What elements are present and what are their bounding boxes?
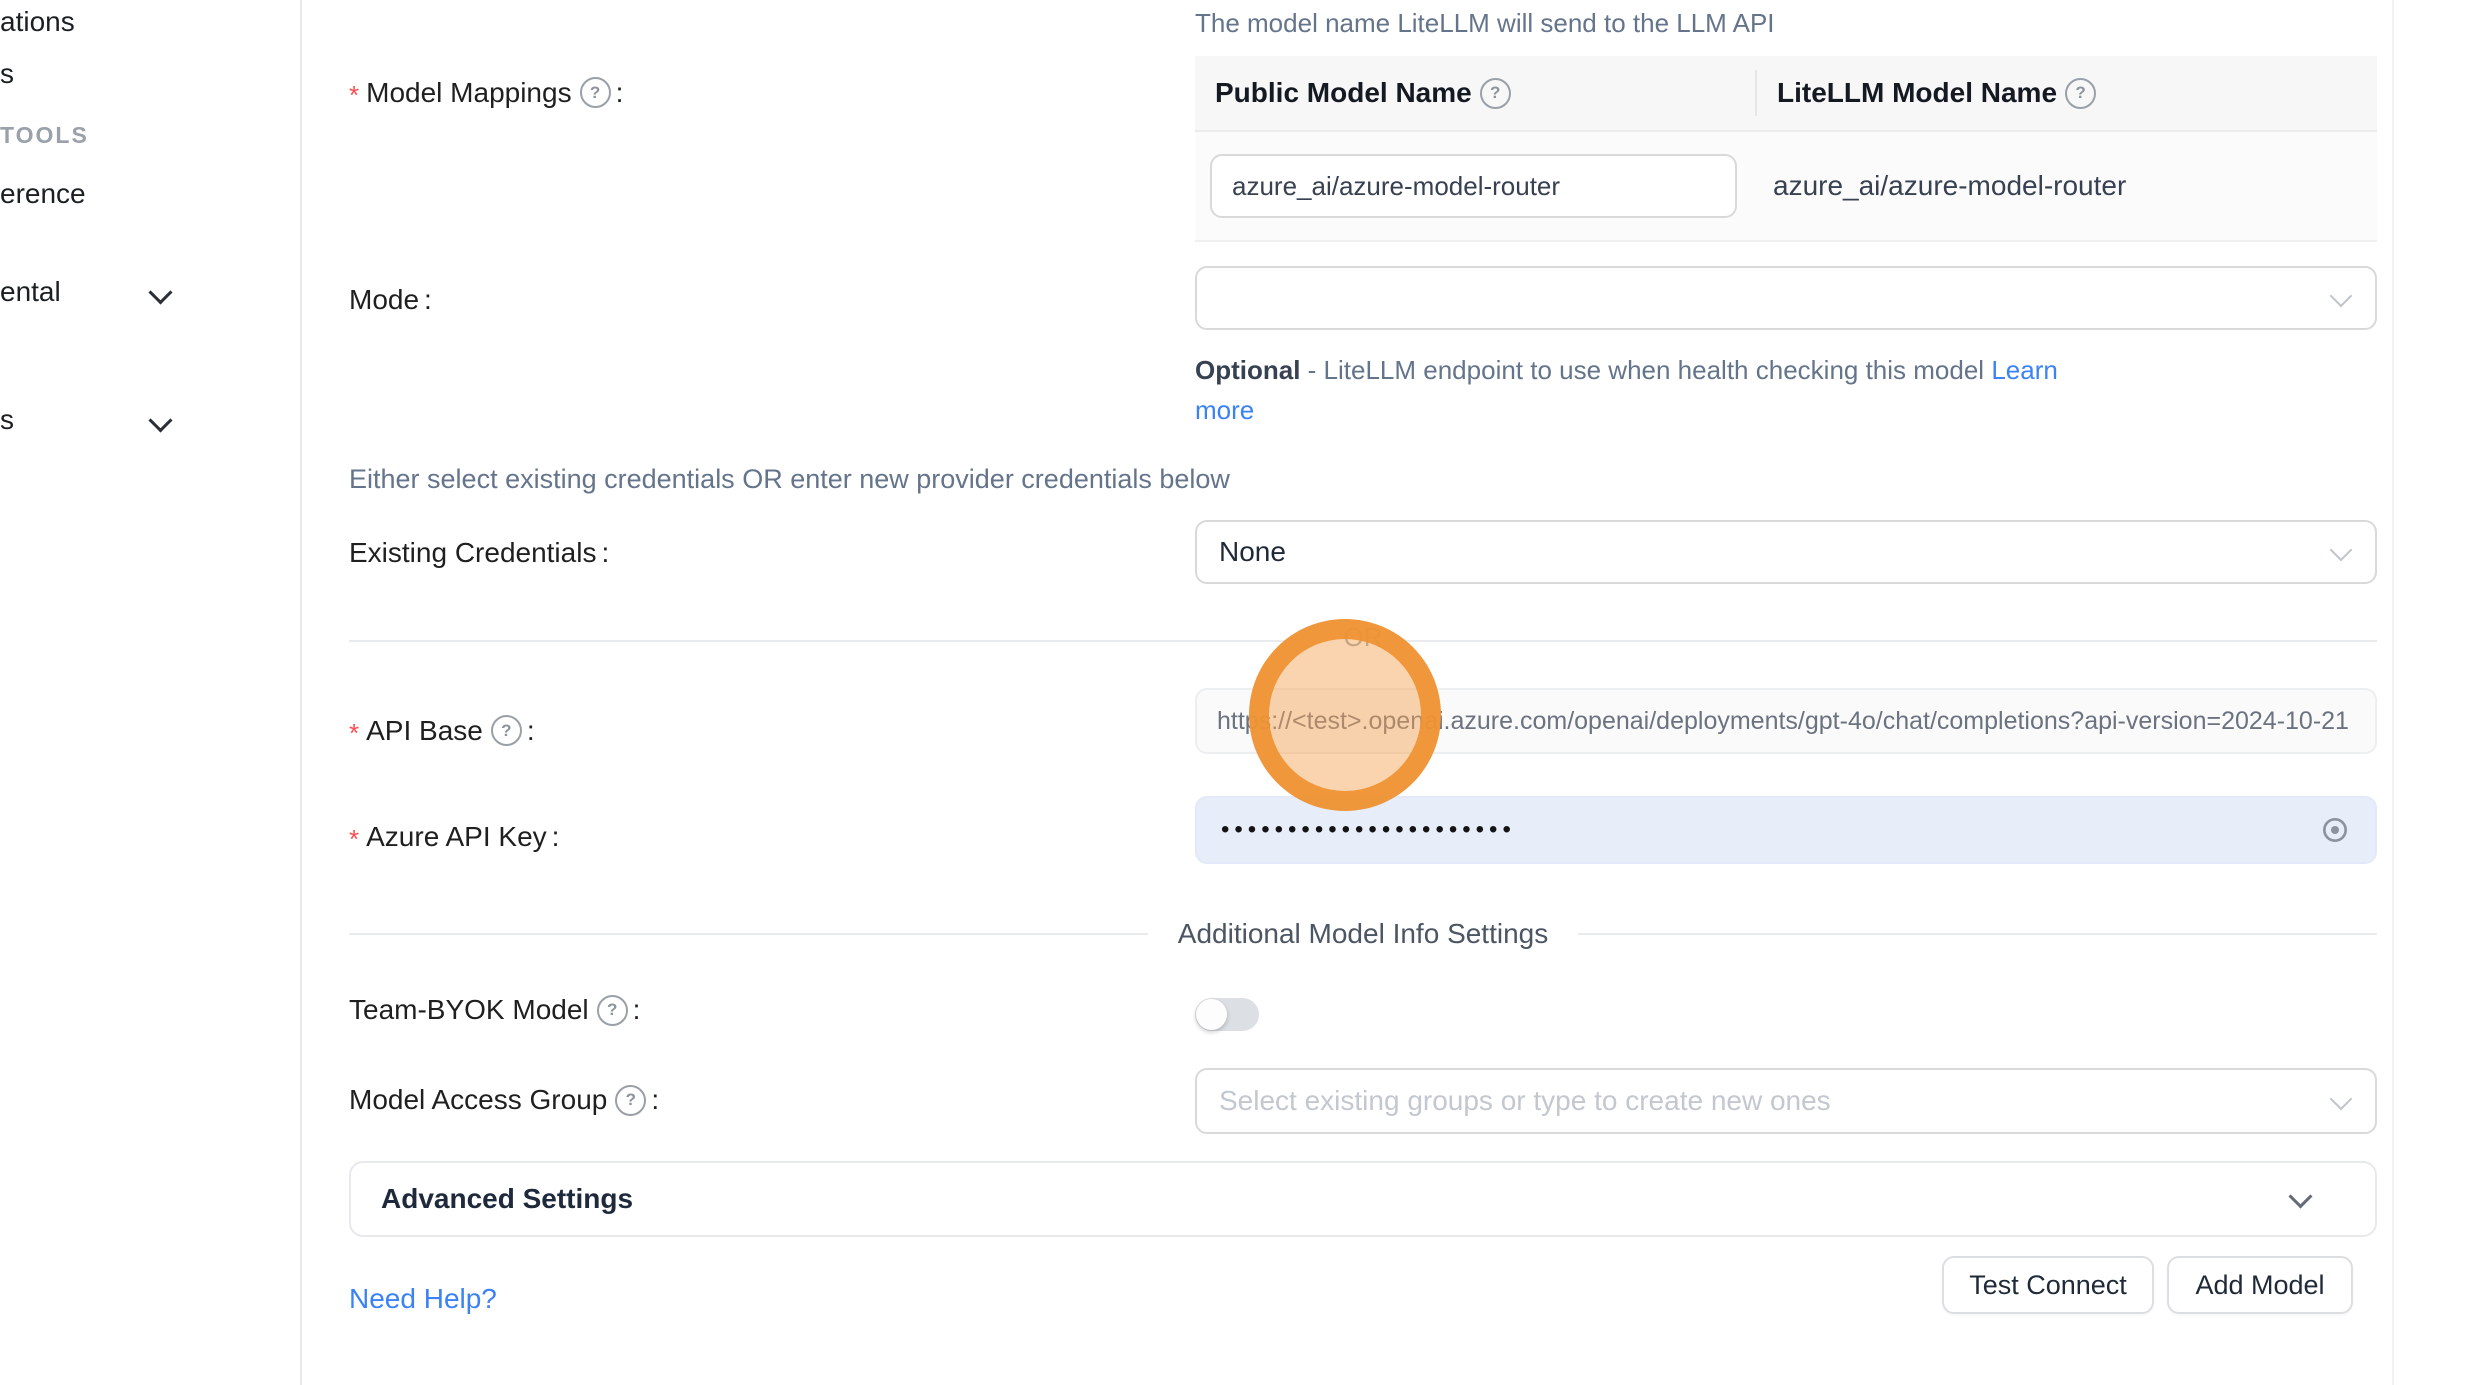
additional-info-divider: Additional Model Info Settings (349, 918, 2377, 950)
mode-label: Mode: (349, 284, 432, 316)
model-name-hint: The model name LiteLLM will send to the … (1195, 8, 1775, 39)
model-mappings-label: * Model Mappings ? : (349, 74, 623, 111)
litellm-model-name-value: azure_ai/azure-model-router (1737, 170, 2126, 202)
api-base-input[interactable]: https://<test>.openai.azure.com/openai/d… (1195, 688, 2377, 754)
test-connect-button[interactable]: Test Connect (1942, 1256, 2154, 1314)
or-label: OR (1326, 622, 1401, 653)
sidebar-item-label: ations (0, 6, 75, 37)
existing-credentials-label: Existing Credentials: (349, 537, 609, 569)
mode-select[interactable] (1195, 266, 2377, 330)
eye-icon[interactable] (2319, 814, 2351, 846)
mode-helper-text: Optional - LiteLLM endpoint to use when … (1195, 350, 2095, 430)
sidebar-item-truncated-1[interactable]: ations (0, 6, 75, 38)
chevron-down-icon (2292, 1188, 2309, 1210)
public-model-name-input[interactable] (1210, 154, 1737, 218)
chevron-down-icon[interactable] (148, 280, 172, 304)
model-access-group-select[interactable]: Select existing groups or type to create… (1195, 1068, 2377, 1134)
team-byok-toggle[interactable] (1195, 998, 1259, 1031)
masked-api-key: •••••••••••••••••••••• (1197, 816, 1516, 844)
model-access-group-label: Model Access Group ? : (349, 1084, 659, 1116)
add-model-button[interactable]: Add Model (2167, 1256, 2353, 1314)
chevron-down-icon (2333, 1091, 2349, 1112)
existing-credentials-value: None (1197, 536, 1286, 568)
sidebar-item-label: ental (0, 276, 61, 307)
sidebar-divider (300, 0, 302, 1385)
required-asterisk: * (349, 824, 359, 855)
table-header-row: Public Model Name ? LiteLLM Model Name ? (1195, 56, 2377, 132)
toggle-knob (1196, 999, 1227, 1030)
chevron-down-icon (2333, 542, 2349, 563)
content-right-border (2392, 0, 2394, 1385)
header-litellm-model-name: LiteLLM Model Name ? (1755, 70, 2377, 116)
additional-info-label: Additional Model Info Settings (1178, 918, 1548, 950)
chevron-down-icon[interactable] (148, 408, 172, 432)
advanced-settings-panel[interactable]: Advanced Settings (349, 1161, 2377, 1237)
team-byok-label: Team-BYOK Model ? : (349, 994, 640, 1026)
chevron-down-icon (2333, 288, 2349, 309)
credentials-hint: Either select existing credentials OR en… (349, 464, 1230, 495)
azure-api-key-input[interactable]: •••••••••••••••••••••• (1195, 796, 2377, 864)
sidebar-item-label: s (0, 404, 14, 435)
advanced-settings-label: Advanced Settings (381, 1183, 633, 1215)
or-divider: OR (349, 622, 2377, 653)
sidebar-item-label: s (0, 58, 14, 89)
sidebar-item-label: erence (0, 178, 86, 209)
table-row: azure_ai/azure-model-router (1195, 132, 2377, 240)
sidebar-item-truncated-3[interactable]: erence (0, 178, 86, 210)
add-model-screen: ations s TOOLS erence ental s The model … (0, 0, 2477, 1385)
help-icon[interactable]: ? (597, 995, 628, 1026)
help-icon[interactable]: ? (1480, 78, 1511, 109)
help-icon[interactable]: ? (491, 715, 522, 746)
need-help-link[interactable]: Need Help? (349, 1283, 497, 1315)
model-access-group-placeholder: Select existing groups or type to create… (1197, 1085, 1831, 1117)
help-icon[interactable]: ? (580, 77, 611, 108)
sidebar-section-tools: TOOLS (0, 122, 89, 149)
model-mappings-table: Public Model Name ? LiteLLM Model Name ?… (1195, 56, 2377, 242)
api-base-label: * API Base ? : (349, 712, 535, 749)
sidebar-item-truncated-5[interactable]: s (0, 404, 14, 436)
sidebar-item-truncated-2[interactable]: s (0, 58, 14, 90)
existing-credentials-select[interactable]: None (1195, 520, 2377, 584)
required-asterisk: * (349, 718, 359, 749)
help-icon[interactable]: ? (2065, 78, 2096, 109)
sidebar-item-truncated-4[interactable]: ental (0, 276, 61, 308)
help-icon[interactable]: ? (615, 1085, 646, 1116)
header-public-model-name: Public Model Name ? (1195, 77, 1755, 109)
api-base-value: https://<test>.openai.azure.com/openai/d… (1197, 707, 2349, 736)
required-asterisk: * (349, 80, 359, 111)
azure-api-key-label: * Azure API Key : (349, 818, 559, 855)
